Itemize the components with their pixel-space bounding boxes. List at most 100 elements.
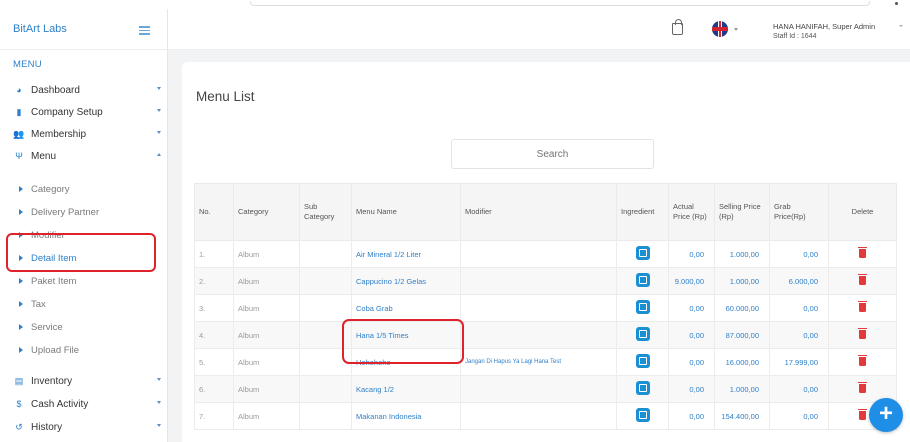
chevron-right-icon bbox=[19, 301, 23, 307]
trash-icon[interactable] bbox=[858, 327, 867, 339]
uk-flag-icon[interactable] bbox=[712, 21, 728, 37]
cell-ingredient bbox=[616, 348, 669, 376]
trash-icon[interactable] bbox=[858, 381, 867, 393]
top-scrollbar[interactable] bbox=[250, 1, 870, 6]
add-plus-button[interactable]: + bbox=[869, 398, 903, 432]
cell-no: 6. bbox=[194, 375, 234, 403]
users-icon: 👥 bbox=[13, 128, 25, 139]
sidebar-subitem-category[interactable]: Category bbox=[19, 180, 159, 198]
chevron-down-icon[interactable] bbox=[899, 25, 903, 27]
staff-id: Staff Id : 1644 bbox=[773, 33, 817, 40]
edit-ingredient-icon[interactable] bbox=[635, 273, 650, 287]
sidebar-subitem-delivery-partner[interactable]: Delivery Partner bbox=[19, 203, 159, 221]
app-root: BitArt Labs MENU ◕ Dashboard ▮ Company S… bbox=[0, 0, 910, 442]
cell-no: 1. bbox=[194, 240, 234, 268]
cell-actual-price: 0,00 bbox=[668, 402, 715, 430]
sidebar-item-dashboard[interactable]: ◕ Dashboard bbox=[13, 80, 161, 100]
sidebar-item-label: Company Setup bbox=[31, 106, 103, 118]
cell-grab-price: 17.999,00 bbox=[769, 348, 829, 376]
edit-ingredient-icon[interactable] bbox=[635, 381, 650, 395]
shopping-bag-icon[interactable] bbox=[672, 19, 683, 35]
cell-actual-price: 0,00 bbox=[668, 240, 715, 268]
cell-modifier bbox=[460, 375, 617, 403]
edit-ingredient-icon[interactable] bbox=[635, 246, 650, 260]
sidebar-item-company-setup[interactable]: ▮ Company Setup bbox=[13, 102, 161, 122]
sidebar-subitem-paket-item[interactable]: Paket Item bbox=[19, 272, 159, 290]
cell-category: Album bbox=[233, 240, 300, 268]
cell-sub-category bbox=[299, 240, 352, 268]
edit-ingredient-icon[interactable] bbox=[635, 300, 650, 314]
menu-section-title: MENU bbox=[13, 59, 42, 70]
search-input[interactable] bbox=[451, 139, 654, 169]
dashboard-icon: ◕ bbox=[16, 85, 22, 95]
cell-modifier bbox=[460, 267, 617, 295]
table-row: 2. Album Cappucino 1/2 Gelas 9.000,00 1.… bbox=[194, 267, 897, 295]
cell-selling-price: 1.000,00 bbox=[714, 375, 770, 403]
cell-ingredient bbox=[616, 294, 669, 322]
sidebar-subitem-service[interactable]: Service bbox=[19, 318, 159, 336]
column-header: No. bbox=[194, 183, 234, 241]
cell-actual-price: 0,00 bbox=[668, 321, 715, 349]
sidebar-item-label: Inventory bbox=[31, 375, 73, 387]
cell-sub-category bbox=[299, 402, 352, 430]
trash-icon[interactable] bbox=[858, 408, 867, 420]
trash-icon[interactable] bbox=[858, 354, 867, 366]
column-header: Modifier bbox=[460, 183, 617, 241]
building-icon: ▮ bbox=[16, 106, 22, 117]
user-name[interactable]: HANA HANIFAH, Super Admin bbox=[773, 22, 875, 31]
sidebar-subitem-label: Category bbox=[31, 183, 70, 195]
edit-ingredient-icon[interactable] bbox=[635, 327, 650, 341]
sidebar-item-membership[interactable]: 👥 Membership bbox=[13, 124, 161, 144]
sidebar-subitem-label: Delivery Partner bbox=[31, 206, 100, 218]
sidebar-item-inventory[interactable]: ▤ Inventory bbox=[13, 371, 161, 391]
cell-sub-category bbox=[299, 294, 352, 322]
cell-menu-name-link[interactable]: Air Mineral 1/2 Liter bbox=[351, 240, 461, 268]
chevron-down-icon bbox=[157, 401, 161, 404]
trash-icon[interactable] bbox=[858, 246, 867, 258]
cell-category: Album bbox=[233, 321, 300, 349]
brand-name[interactable]: BitArt Labs bbox=[13, 23, 67, 35]
edit-ingredient-icon[interactable] bbox=[635, 354, 650, 368]
cell-no: 7. bbox=[194, 402, 234, 430]
history-icon: ↺ bbox=[15, 421, 23, 432]
top-header: HANA HANIFAH, Super Admin Staff Id : 164… bbox=[168, 9, 910, 50]
sidebar-subitem-upload-file[interactable]: Upload File bbox=[19, 341, 159, 359]
chevron-right-icon bbox=[19, 278, 23, 284]
cell-modifier bbox=[460, 294, 617, 322]
chevron-down-icon[interactable] bbox=[734, 28, 738, 31]
sidebar-item-cash-activity[interactable]: $ Cash Activity bbox=[13, 394, 161, 414]
chevron-up-icon bbox=[157, 153, 161, 156]
sidebar-item-label: Menu bbox=[31, 150, 57, 162]
sidebar-item-menu[interactable]: Ψ Menu bbox=[13, 146, 161, 166]
cell-menu-name-link[interactable]: Makanan Indonesia bbox=[351, 402, 461, 430]
cell-grab-price: 0,00 bbox=[769, 375, 829, 403]
cell-actual-price: 0,00 bbox=[668, 294, 715, 322]
sidebar: BitArt Labs MENU ◕ Dashboard ▮ Company S… bbox=[0, 9, 168, 442]
chevron-down-icon bbox=[157, 378, 161, 381]
sidebar-item-label: Dashboard bbox=[31, 84, 80, 96]
sidebar-subitem-label: Paket Item bbox=[31, 275, 77, 287]
more-dot-icon[interactable] bbox=[895, 2, 898, 5]
sidebar-subitem-label: Service bbox=[31, 321, 63, 333]
sidebar-item-history[interactable]: ↺ History bbox=[13, 417, 161, 437]
cell-grab-price: 6.000,00 bbox=[769, 267, 829, 295]
cell-menu-name-link[interactable]: Kacang 1/2 bbox=[351, 375, 461, 403]
table-row: 6. Album Kacang 1/2 0,00 1.000,00 0,00 bbox=[194, 375, 897, 403]
cell-menu-name-link[interactable]: Coba Grab bbox=[351, 294, 461, 322]
sidebar-subitem-tax[interactable]: Tax bbox=[19, 295, 159, 313]
column-header: Selling Price (Rp) bbox=[714, 183, 770, 241]
inventory-icon: ▤ bbox=[14, 375, 24, 386]
cell-actual-price: 0,00 bbox=[668, 348, 715, 376]
edit-ingredient-icon[interactable] bbox=[635, 408, 650, 422]
column-header: Menu Name bbox=[351, 183, 461, 241]
highlight-box-menu-row bbox=[342, 319, 464, 364]
table-row: 4. Album Hana 1/5 Times 0,00 87.000,00 0… bbox=[194, 321, 897, 349]
cell-no: 5. bbox=[194, 348, 234, 376]
cell-delete bbox=[828, 267, 897, 295]
trash-icon[interactable] bbox=[858, 273, 867, 285]
cell-menu-name-link[interactable]: Cappucino 1/2 Gelas bbox=[351, 267, 461, 295]
cell-grab-price: 0,00 bbox=[769, 402, 829, 430]
hamburger-menu-icon[interactable] bbox=[139, 26, 150, 35]
cell-delete bbox=[828, 348, 897, 376]
trash-icon[interactable] bbox=[858, 300, 867, 312]
